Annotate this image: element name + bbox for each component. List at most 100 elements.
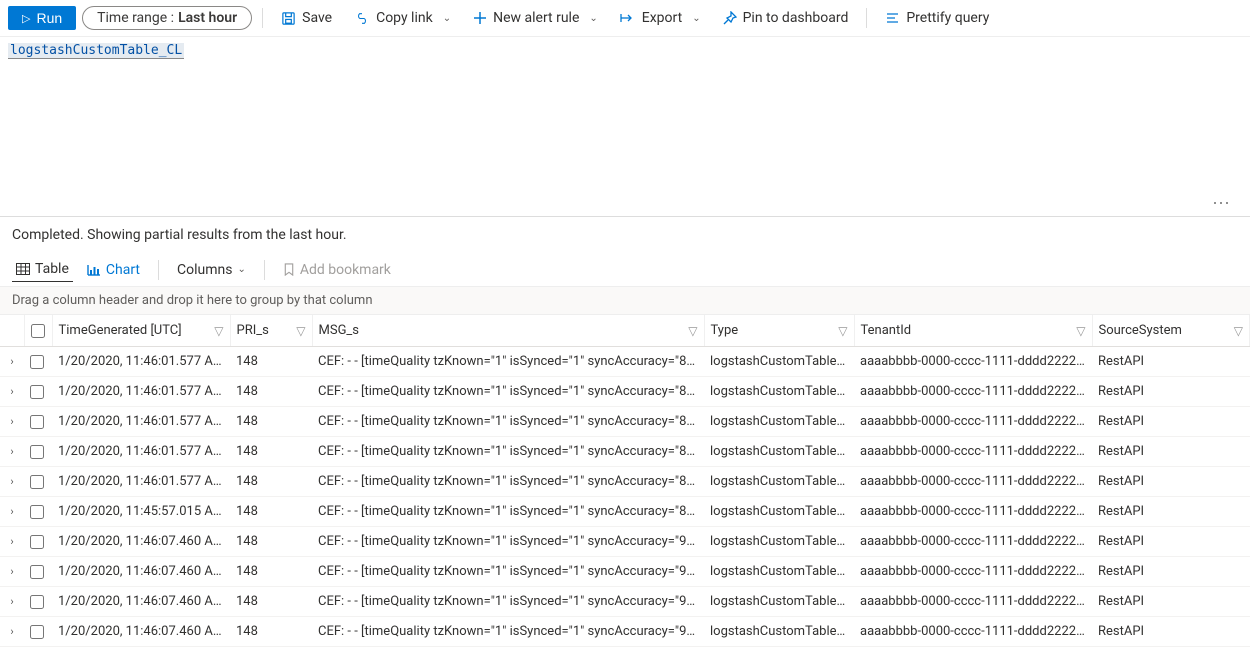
copy-link-button[interactable]: Copy link ⌄ (346, 6, 459, 30)
tabs-separator (158, 260, 159, 280)
expand-icon[interactable]: › (10, 475, 13, 488)
chevron-down-icon: ⌄ (443, 13, 451, 24)
export-button[interactable]: Export ⌄ (612, 6, 709, 30)
table-row[interactable]: ›1/20/2020, 11:46:07.460 AM148CEF: - - [… (0, 617, 1250, 647)
cell-msg: CEF: - - [timeQuality tzKnown="1" isSync… (312, 617, 704, 647)
filter-icon[interactable]: ▽ (1234, 324, 1243, 338)
expand-icon[interactable]: › (10, 595, 13, 608)
time-range-value: Last hour (178, 10, 237, 26)
tab-chart[interactable]: Chart (83, 258, 144, 282)
group-by-hint[interactable]: Drag a column header and drop it here to… (0, 287, 1250, 315)
prettify-button[interactable]: Prettify query (877, 6, 997, 30)
cell-pri: 148 (230, 617, 312, 647)
row-checkbox[interactable] (30, 445, 44, 459)
row-checkbox[interactable] (30, 535, 44, 549)
query-toolbar: ▷ Run Time range : Last hour Save Copy l… (0, 0, 1250, 37)
cell-tenant: aaaabbbb-0000-cccc-1111-dddd2222eeee (854, 437, 1092, 467)
cell-type: logstashCustomTable_CL (704, 467, 854, 497)
row-checkbox[interactable] (30, 625, 44, 639)
play-icon: ▷ (22, 12, 30, 25)
filter-icon[interactable]: ▽ (1076, 324, 1085, 338)
header-time-label: TimeGenerated [UTC] (59, 323, 182, 338)
row-checkbox[interactable] (30, 565, 44, 579)
header-tenant[interactable]: TenantId ▽ (854, 315, 1092, 347)
row-checkbox[interactable] (30, 385, 44, 399)
tab-table[interactable]: Table (12, 257, 73, 282)
status-completed: Completed. (12, 227, 84, 243)
tabs-separator (264, 260, 265, 280)
row-checkbox[interactable] (30, 415, 44, 429)
expand-icon[interactable]: › (10, 385, 13, 398)
table-row[interactable]: ›1/20/2020, 11:46:01.577 AM148CEF: - - [… (0, 407, 1250, 437)
table-row[interactable]: ›1/20/2020, 11:46:07.460 AM148CEF: - - [… (0, 557, 1250, 587)
cell-tenant: aaaabbbb-0000-cccc-1111-dddd2222eeee (854, 377, 1092, 407)
row-checkbox[interactable] (30, 505, 44, 519)
columns-label: Columns (177, 262, 232, 278)
table-row[interactable]: ›1/20/2020, 11:46:07.460 AM148CEF: - - [… (0, 587, 1250, 617)
row-checkbox[interactable] (30, 355, 44, 369)
cell-pri: 148 (230, 557, 312, 587)
expand-icon[interactable]: › (10, 355, 13, 368)
cell-msg: CEF: - - [timeQuality tzKnown="1" isSync… (312, 587, 704, 617)
filter-icon[interactable]: ▽ (838, 324, 847, 338)
select-all-checkbox[interactable] (31, 324, 45, 338)
table-row[interactable]: ›1/20/2020, 11:46:01.577 AM148CEF: - - [… (0, 437, 1250, 467)
results-table: TimeGenerated [UTC] ▽ PRI_s ▽ MSG_s ▽ Ty… (0, 315, 1250, 647)
cell-source: RestAPI (1092, 617, 1250, 647)
cell-tenant: aaaabbbb-0000-cccc-1111-dddd2222eeee (854, 557, 1092, 587)
table-row[interactable]: ›1/20/2020, 11:46:01.577 AM148CEF: - - [… (0, 467, 1250, 497)
row-checkbox[interactable] (30, 595, 44, 609)
expand-icon[interactable]: › (10, 535, 13, 548)
table-row[interactable]: ›1/20/2020, 11:46:07.460 AM148CEF: - - [… (0, 527, 1250, 557)
pin-icon (723, 11, 737, 25)
expand-icon[interactable]: › (10, 445, 13, 458)
header-checkbox[interactable] (24, 315, 52, 347)
results-tabs: Table Chart Columns ⌄ Add bookmark (0, 253, 1250, 287)
header-pri-label: PRI_s (237, 323, 269, 338)
save-button[interactable]: Save (273, 6, 340, 30)
cell-tenant: aaaabbbb-0000-cccc-1111-dddd2222eeee (854, 617, 1092, 647)
cell-type: logstashCustomTable_CL (704, 437, 854, 467)
cell-type: logstashCustomTable_CL (704, 617, 854, 647)
expand-icon[interactable]: › (10, 625, 13, 638)
filter-icon[interactable]: ▽ (296, 324, 305, 338)
cell-pri: 148 (230, 467, 312, 497)
table-row[interactable]: ›1/20/2020, 11:45:57.015 AM148CEF: - - [… (0, 497, 1250, 527)
filter-icon[interactable]: ▽ (688, 324, 697, 338)
table-row[interactable]: ›1/20/2020, 11:46:01.577 AM148CEF: - - [… (0, 347, 1250, 377)
pin-button[interactable]: Pin to dashboard (715, 6, 857, 30)
cell-pri: 148 (230, 407, 312, 437)
cell-time: 1/20/2020, 11:46:01.577 AM (52, 467, 230, 497)
cell-pri: 148 (230, 347, 312, 377)
cell-source: RestAPI (1092, 407, 1250, 437)
query-editor[interactable]: logstashCustomTable_CL ⋯ (0, 37, 1250, 217)
time-range-label: Time range : (97, 10, 174, 26)
tab-table-label: Table (35, 261, 69, 277)
expand-icon[interactable]: › (10, 505, 13, 518)
new-alert-button[interactable]: New alert rule ⌄ (465, 6, 606, 30)
filter-icon[interactable]: ▽ (214, 324, 223, 338)
header-msg-label: MSG_s (319, 323, 360, 338)
columns-dropdown[interactable]: Columns ⌄ (173, 258, 250, 282)
header-msg[interactable]: MSG_s ▽ (312, 315, 704, 347)
cell-source: RestAPI (1092, 467, 1250, 497)
resize-handle-icon[interactable]: ⋯ (1212, 193, 1232, 214)
expand-icon[interactable]: › (10, 415, 13, 428)
expand-icon[interactable]: › (10, 565, 13, 578)
time-range-button[interactable]: Time range : Last hour (82, 6, 252, 30)
cell-tenant: aaaabbbb-0000-cccc-1111-dddd2222eeee (854, 467, 1092, 497)
header-source[interactable]: SourceSystem ▽ (1092, 315, 1250, 347)
row-checkbox[interactable] (30, 475, 44, 489)
cell-source: RestAPI (1092, 437, 1250, 467)
cell-source: RestAPI (1092, 347, 1250, 377)
cell-tenant: aaaabbbb-0000-cccc-1111-dddd2222eeee (854, 407, 1092, 437)
header-pri[interactable]: PRI_s ▽ (230, 315, 312, 347)
cell-type: logstashCustomTable_CL (704, 527, 854, 557)
table-row[interactable]: ›1/20/2020, 11:46:01.577 AM148CEF: - - [… (0, 377, 1250, 407)
run-button[interactable]: ▷ Run (8, 6, 76, 30)
header-time[interactable]: TimeGenerated [UTC] ▽ (52, 315, 230, 347)
toolbar-separator (262, 8, 263, 28)
cell-time: 1/20/2020, 11:46:01.577 AM (52, 407, 230, 437)
header-type[interactable]: Type ▽ (704, 315, 854, 347)
tab-chart-label: Chart (106, 262, 140, 278)
